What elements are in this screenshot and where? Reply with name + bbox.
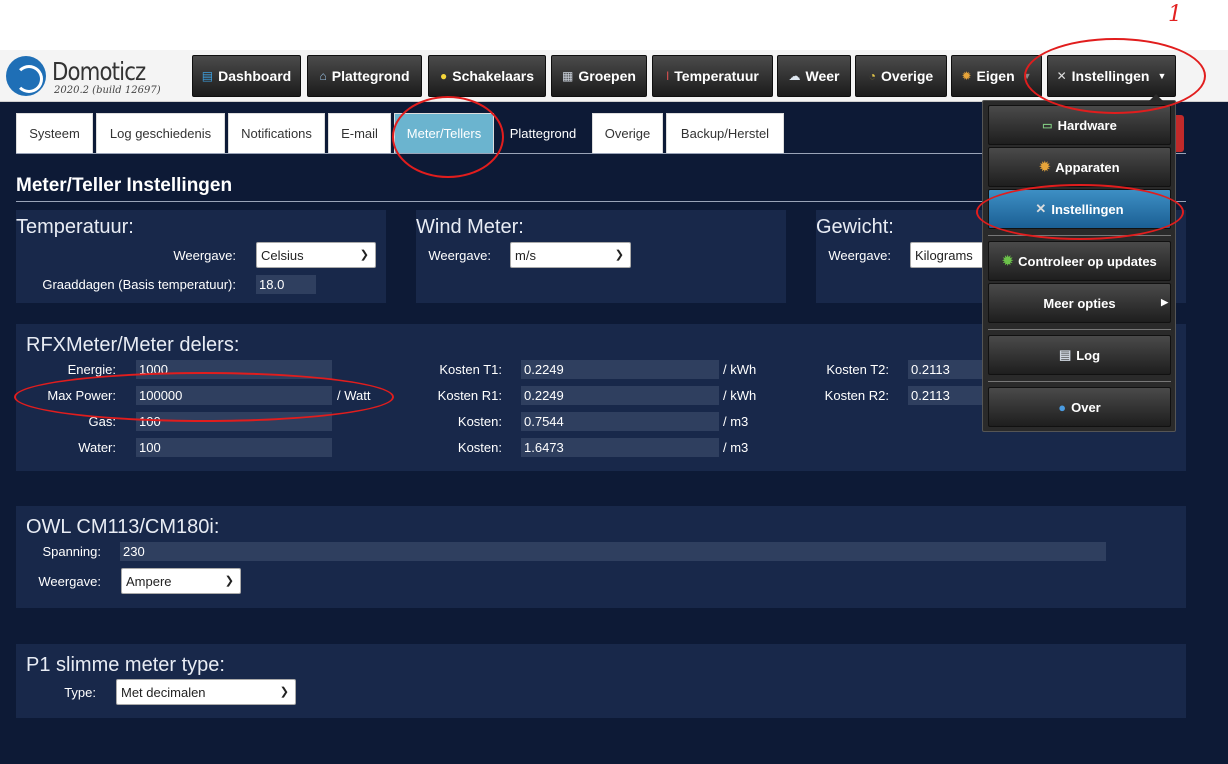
thermometer-icon: ǀ [666,69,670,83]
owl-weergave-label: Weergave: [38,574,101,589]
nav-overige-button[interactable]: ◔ Overige [855,55,947,97]
water-label: Water: [78,440,116,455]
lightbulb-icon: ● [440,69,448,83]
rfx-title: RFXMeter/Meter delers: [26,334,240,356]
kosten-r1-input[interactable] [521,386,719,405]
annotation-number: 1 [1168,2,1182,27]
annotation-circle-instellingen-menu [976,184,1184,240]
dashboard-icon: ▤ [201,69,214,83]
energie-label: Energie: [67,362,116,377]
kosten-t2-label: Kosten T2: [826,362,889,377]
circuit-board-icon: ▭ [1042,119,1053,132]
water-input[interactable] [136,438,332,457]
tab-log-geschiedenis[interactable]: Log geschiedenis [96,113,225,153]
kosten-r1-label: Kosten R1: [437,388,502,403]
owl-title: OWL CM113/CM180i: [26,516,220,538]
kosten-t1-input[interactable] [521,360,719,379]
nav-weer-button[interactable]: ☁ Weer [777,55,851,97]
p1-title: P1 slimme meter type: [26,654,225,676]
kosten-r1-unit: / kWh [723,388,757,403]
logo-version: 2020.2 (build 12697) [54,85,161,96]
temperatuur-title: Temperatuur: [16,216,134,238]
update-gear-icon: ✹ [1002,253,1014,268]
kosten-r2-label: Kosten R2: [824,388,889,403]
instellingen-dropdown-menu: ▭ Hardware ✹ Apparaten ✕ Instellingen ✹ … [982,94,1176,432]
page-title: Meter/Teller Instellingen [16,175,233,196]
domoticz-logo[interactable]: Domoticz 2020.2 (build 12697) [6,56,161,96]
nav-schakelaars-button[interactable]: ● Schakelaars [428,55,546,97]
tab-overige[interactable]: Overige [592,113,663,153]
cloud-icon: ☁ [788,69,801,83]
gauge-icon: ◔ [868,69,877,83]
graaddagen-input[interactable] [256,275,316,294]
logo-name: Domoticz [52,57,146,86]
clapperboard-icon: ▦ [562,69,574,83]
menu-over[interactable]: ● Over [988,387,1171,427]
owl-weergave-select[interactable]: Ampere ❯ [121,568,241,594]
temperatuur-weergave-label: Weergave: [173,248,236,263]
kosten-t1-unit: / kWh [723,362,757,377]
wind-title: Wind Meter: [416,216,524,238]
spanning-label: Spanning: [42,544,101,559]
tab-backup-herstel[interactable]: Backup/Herstel [666,113,784,153]
gear-icon: ✹ [961,69,972,83]
annotation-circle-instellingen [1024,38,1206,114]
info-icon: ● [1058,399,1067,415]
tab-systeem[interactable]: Systeem [16,113,93,153]
menu-meer-opties[interactable]: Meer opties ▶ [988,283,1171,323]
kosten-gas-unit: / m3 [723,414,749,429]
top-whitespace [0,0,1228,50]
temperatuur-weergave-select[interactable]: Celsius ❯ [256,242,376,268]
kosten-water-input[interactable] [521,438,719,457]
tab-email[interactable]: E-mail [328,113,391,153]
menu-controleer-updates[interactable]: ✹ Controleer op updates [988,241,1171,281]
menu-apparaten[interactable]: ✹ Apparaten [988,147,1171,187]
annotation-circle-meter-tab [392,96,504,178]
wind-weergave-select[interactable]: m/s ❯ [510,242,631,268]
menu-log[interactable]: ▤ Log [988,335,1171,375]
nav-groepen-button[interactable]: ▦ Groepen [551,55,647,97]
graaddagen-label: Graaddagen (Basis temperatuur): [42,277,236,292]
chevron-down-icon: ❯ [224,575,234,587]
menu-divider [988,381,1171,382]
menu-divider [988,329,1171,330]
kosten-water-unit: / m3 [723,440,749,455]
list-icon: ▤ [1058,347,1072,362]
wind-weergave-label: Weergave: [428,248,491,263]
chevron-down-icon: ❯ [279,686,289,698]
kosten-t2-input[interactable] [908,360,982,379]
house-icon: ⌂ [319,69,327,83]
domoticz-logo-icon [6,56,46,96]
chevron-down-icon: ❯ [359,249,369,261]
tab-plattegrond[interactable]: Plattegrond [497,113,589,153]
chevron-down-icon: ❯ [614,249,624,261]
annotation-circle-max-power [14,372,394,422]
p1-type-label: Type: [64,685,96,700]
gewicht-title: Gewicht: [816,216,894,238]
kosten-t1-label: Kosten T1: [439,362,502,377]
spanning-input[interactable] [120,542,1106,561]
gear-icon: ✹ [1039,159,1051,174]
p1-type-select[interactable]: Met decimalen ❯ [116,679,296,705]
kosten-r2-input[interactable] [908,386,982,405]
nav-temperatuur-button[interactable]: ǀ Temperatuur [652,55,773,97]
gewicht-weergave-label: Weergave: [828,248,891,263]
kosten-gas-label: Kosten: [457,414,502,429]
nav-dashboard-button[interactable]: ▤ Dashboard [192,55,301,97]
kosten-water-label: Kosten: [457,440,502,455]
chevron-right-icon: ▶ [1161,297,1168,307]
nav-plattegrond-button[interactable]: ⌂ Plattegrond [307,55,422,97]
kosten-gas-input[interactable] [521,412,719,431]
tab-notifications[interactable]: Notifications [228,113,325,153]
